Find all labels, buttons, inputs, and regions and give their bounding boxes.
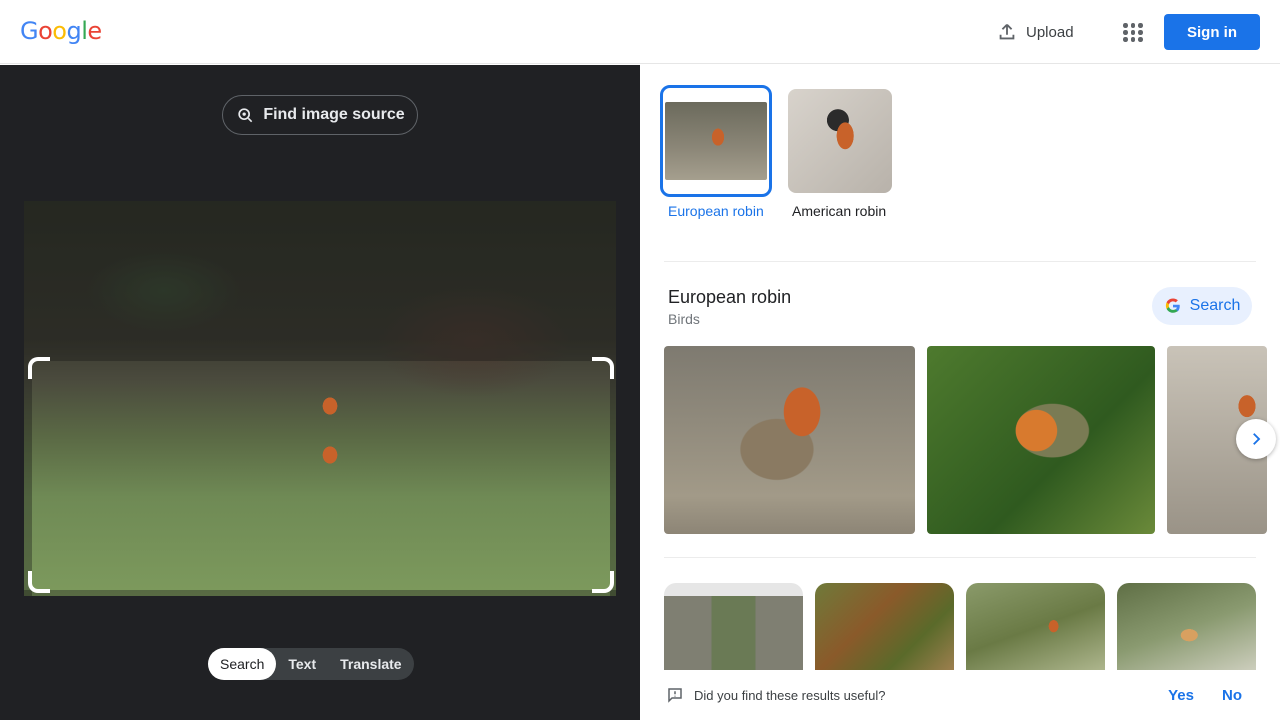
google-logo[interactable]: Google bbox=[20, 17, 102, 45]
uploaded-photo bbox=[24, 201, 616, 596]
upload-label: Upload bbox=[1026, 23, 1074, 41]
top-bar: Google Upload Sign in bbox=[0, 0, 1280, 64]
divider bbox=[664, 261, 1256, 262]
divider bbox=[664, 557, 1256, 558]
tab-search[interactable]: Search bbox=[208, 648, 277, 680]
visual-matches-grid bbox=[664, 583, 1256, 673]
google-g-icon bbox=[1165, 298, 1180, 313]
apps-grid-icon[interactable] bbox=[1118, 18, 1146, 46]
entity-search-button[interactable]: Search bbox=[1152, 287, 1252, 325]
feedback-question: Did you find these results useful? bbox=[694, 687, 886, 703]
match-thumbnail bbox=[660, 85, 772, 197]
upload-icon bbox=[999, 24, 1015, 40]
match-european-robin[interactable]: European robin bbox=[660, 85, 774, 221]
logo-letter: g bbox=[66, 17, 82, 45]
feedback-bar: Did you find these results useful? Yes N… bbox=[640, 670, 1280, 720]
entity-title: European robin bbox=[668, 287, 792, 307]
result-thumbnail[interactable] bbox=[815, 583, 954, 673]
entity-search-label: Search bbox=[1189, 297, 1241, 314]
feedback-icon bbox=[668, 688, 682, 703]
feedback-no-button[interactable]: No bbox=[1208, 687, 1256, 704]
chevron-right-icon bbox=[1253, 433, 1261, 445]
mode-tabs: Search Text Translate bbox=[208, 648, 414, 680]
entity-subtitle: Birds bbox=[668, 311, 700, 327]
find-image-source-label: Find image source bbox=[263, 106, 405, 123]
sign-in-button[interactable]: Sign in bbox=[1164, 14, 1260, 50]
result-thumbnail[interactable] bbox=[1117, 583, 1256, 673]
image-preview-pane: Find image source Search Text Translate bbox=[0, 65, 640, 720]
gallery-next-button[interactable] bbox=[1236, 419, 1276, 459]
logo-letter: G bbox=[20, 17, 39, 45]
result-thumbnail[interactable] bbox=[664, 583, 803, 673]
entity-image-gallery bbox=[664, 346, 1267, 534]
match-thumbnail bbox=[788, 89, 892, 193]
lens-search-icon bbox=[238, 108, 253, 123]
logo-letter: o bbox=[52, 17, 67, 45]
results-pane: European robin American robin European r… bbox=[640, 65, 1280, 720]
find-image-source-button[interactable]: Find image source bbox=[222, 95, 418, 135]
upload-button[interactable]: Upload bbox=[990, 16, 1080, 48]
logo-letter: e bbox=[87, 17, 102, 45]
tab-text[interactable]: Text bbox=[276, 648, 328, 680]
match-chips: European robin American robin bbox=[660, 85, 898, 221]
logo-letter: o bbox=[38, 17, 53, 45]
gallery-image[interactable] bbox=[927, 346, 1155, 534]
result-thumbnail[interactable] bbox=[966, 583, 1105, 673]
feedback-yes-button[interactable]: Yes bbox=[1154, 687, 1208, 704]
tab-translate[interactable]: Translate bbox=[328, 648, 413, 680]
match-american-robin[interactable]: American robin bbox=[788, 89, 898, 221]
match-label: European robin bbox=[668, 203, 764, 219]
gallery-image[interactable] bbox=[664, 346, 915, 534]
match-label: American robin bbox=[792, 203, 887, 219]
